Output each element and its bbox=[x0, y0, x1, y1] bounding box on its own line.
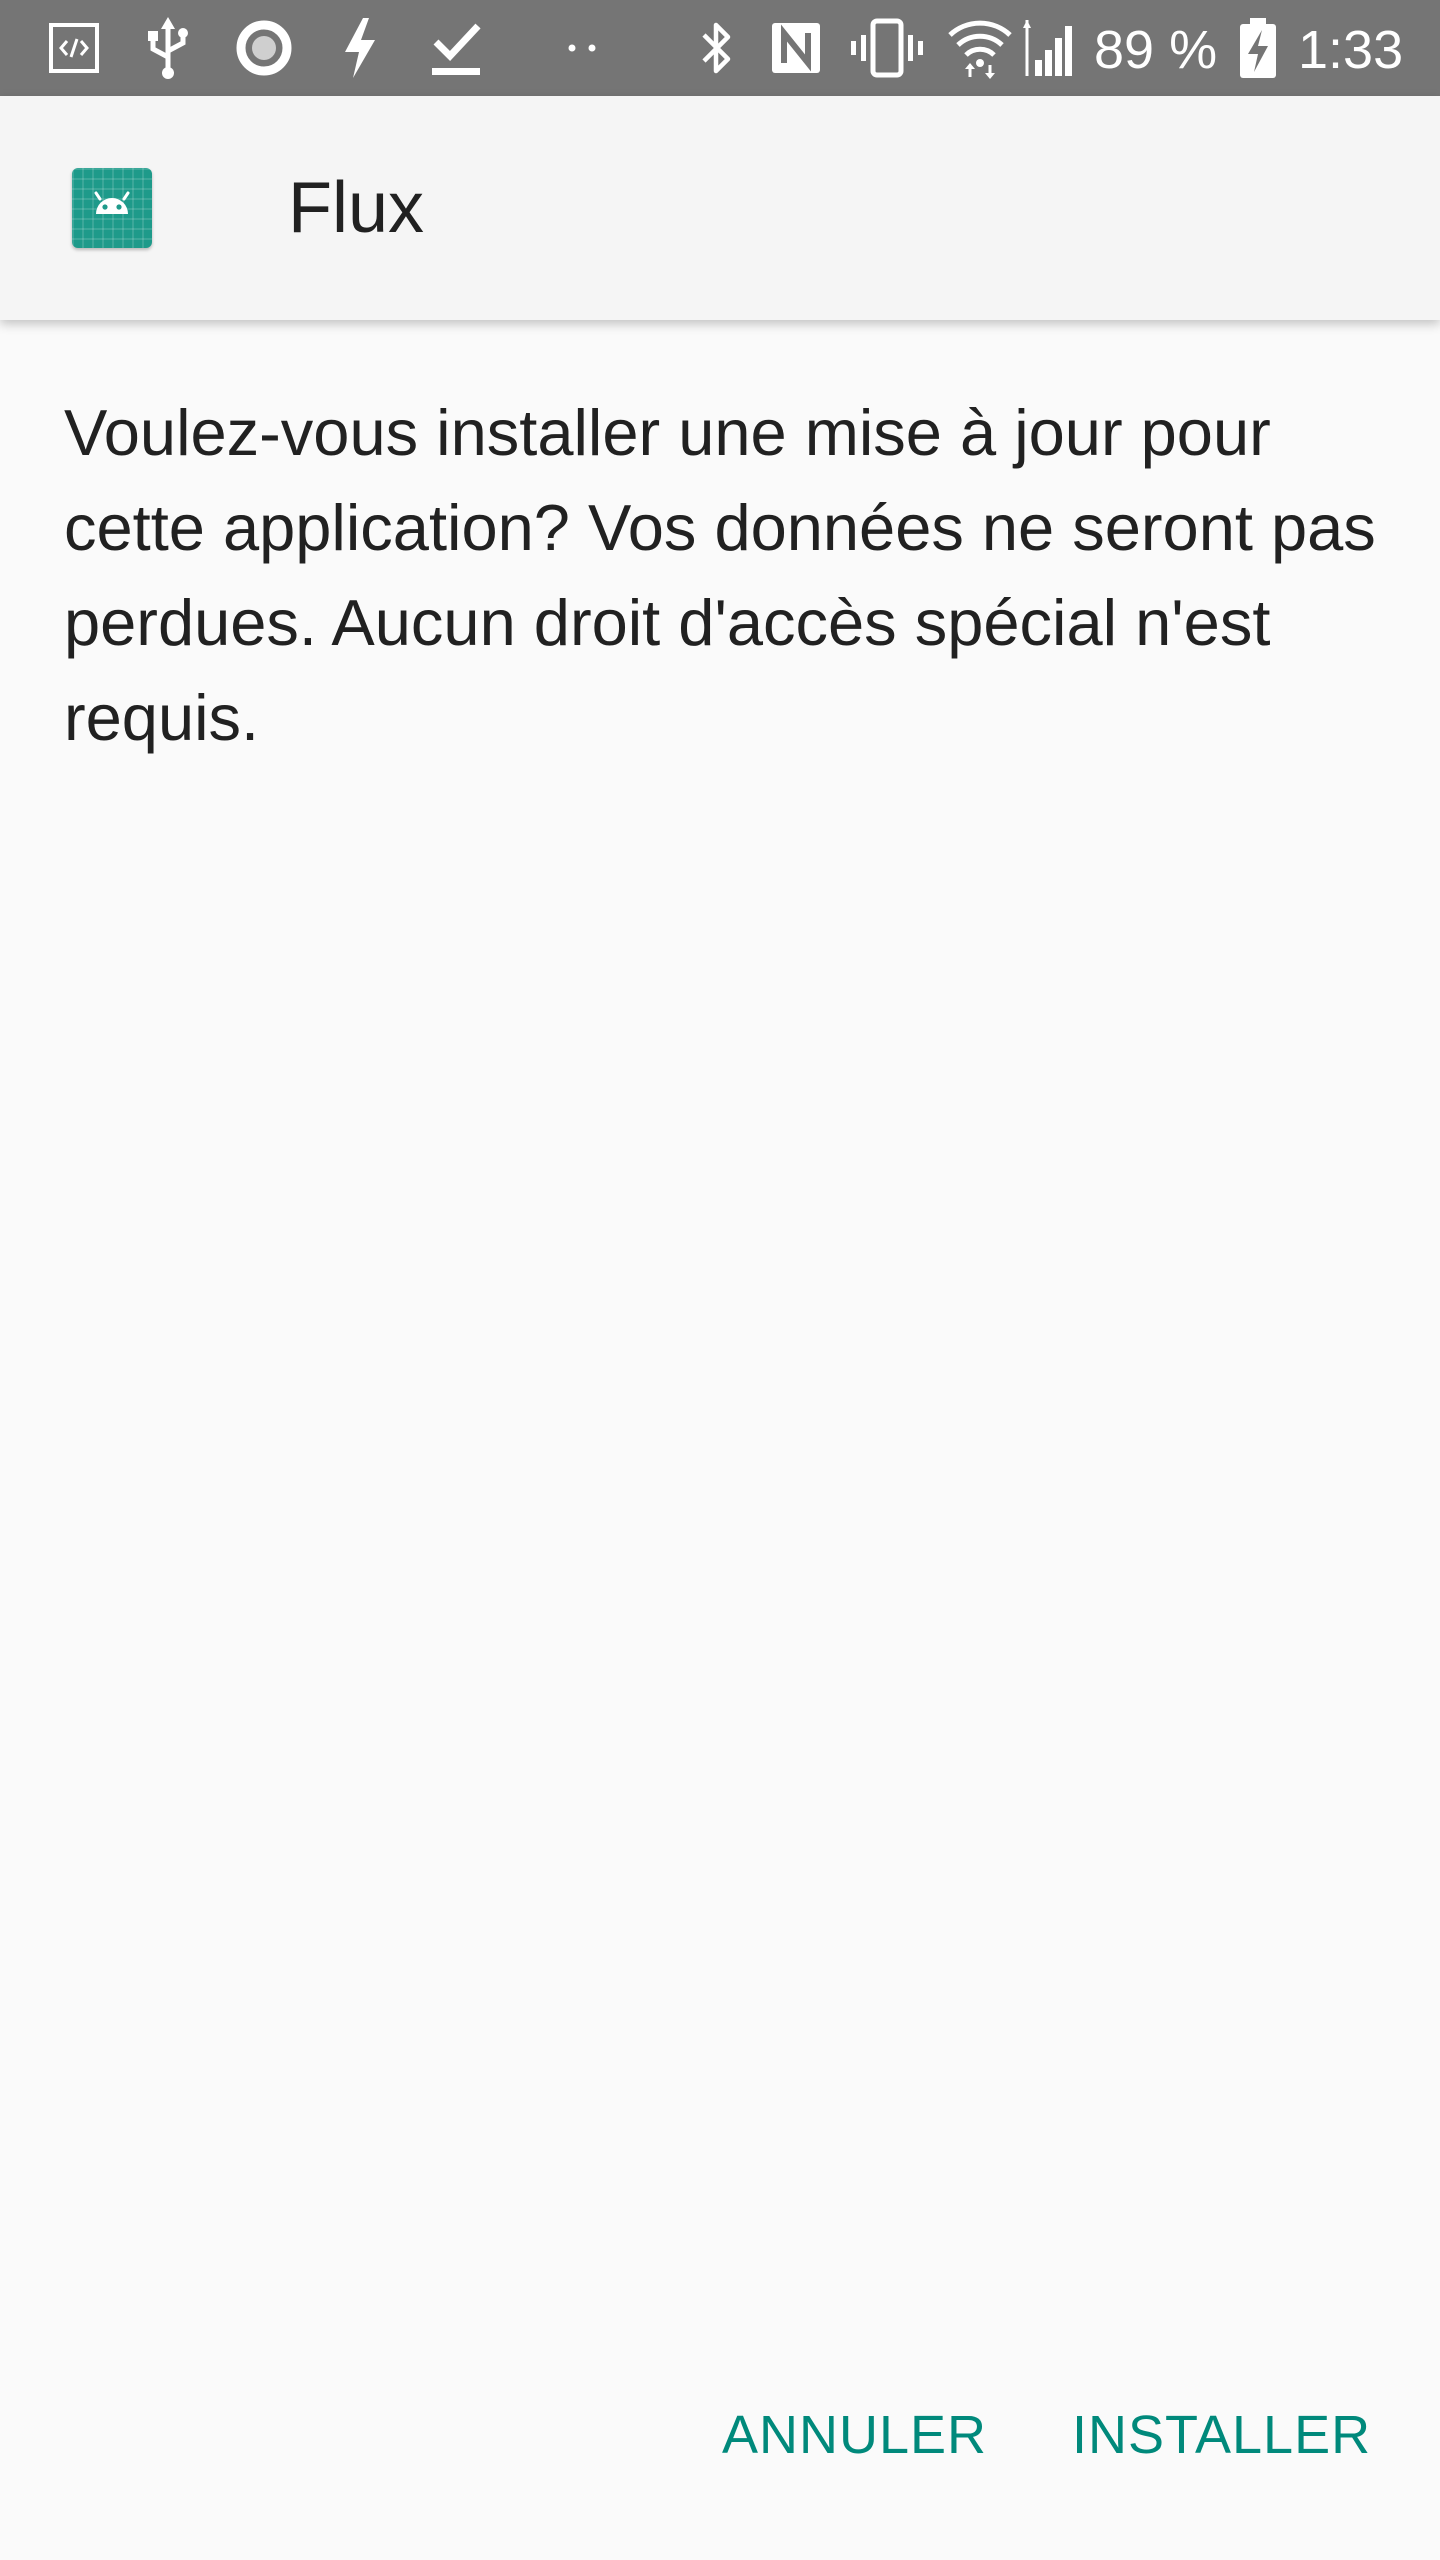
wifi-icon bbox=[948, 0, 1012, 96]
nfc-icon bbox=[766, 0, 826, 96]
vibrate-icon bbox=[850, 0, 924, 96]
flash-icon bbox=[334, 0, 384, 96]
developer-mode-icon bbox=[44, 0, 104, 96]
app-bar: Flux bbox=[0, 96, 1440, 320]
battery-percent: 89 % bbox=[1094, 20, 1218, 80]
cell-signal-icon bbox=[1022, 0, 1076, 96]
clock-time: 1:33 bbox=[1298, 20, 1404, 80]
android-app-icon bbox=[72, 168, 152, 248]
download-done-icon bbox=[426, 0, 486, 96]
cancel-button[interactable]: ANNULER bbox=[722, 2390, 987, 2480]
status-bar: 89 % 1:33 bbox=[0, 0, 1440, 96]
install-button[interactable]: INSTALLER bbox=[1072, 2390, 1371, 2480]
app-title: Flux bbox=[288, 168, 425, 248]
usb-icon bbox=[140, 0, 196, 96]
install-update-message: Voulez-vous installer une mise à jour po… bbox=[64, 396, 1376, 754]
more-dots-icon bbox=[560, 0, 604, 96]
circle-icon bbox=[232, 0, 296, 96]
battery-charging-icon bbox=[1236, 0, 1280, 96]
bluetooth-icon bbox=[692, 0, 740, 96]
